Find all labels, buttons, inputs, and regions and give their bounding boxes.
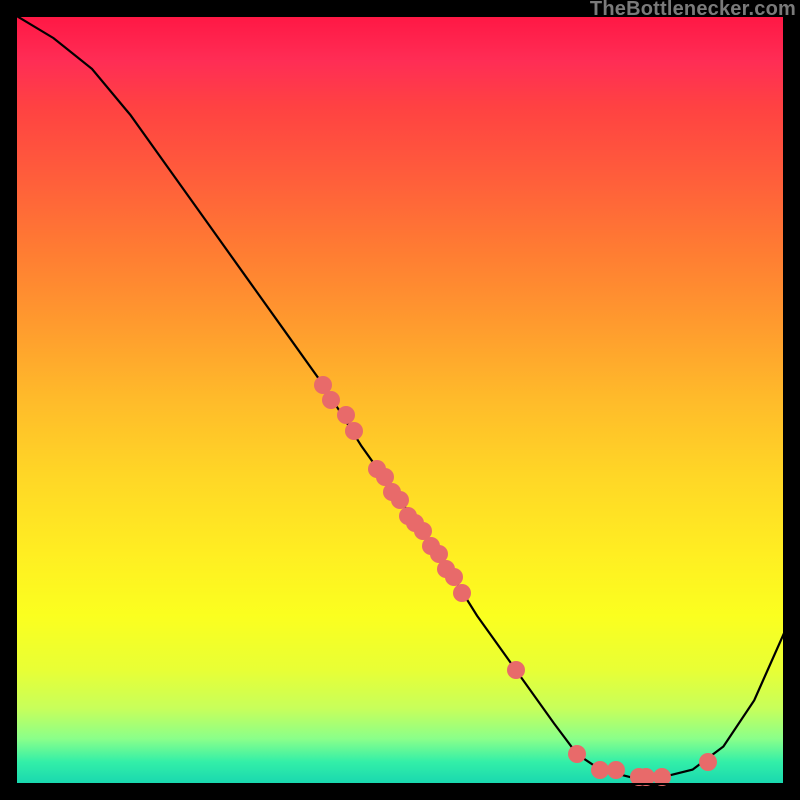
watermark-text: TheBottlenecker.com: [590, 0, 796, 21]
chart-frame: [15, 15, 785, 785]
heatmap-background: [15, 15, 785, 785]
